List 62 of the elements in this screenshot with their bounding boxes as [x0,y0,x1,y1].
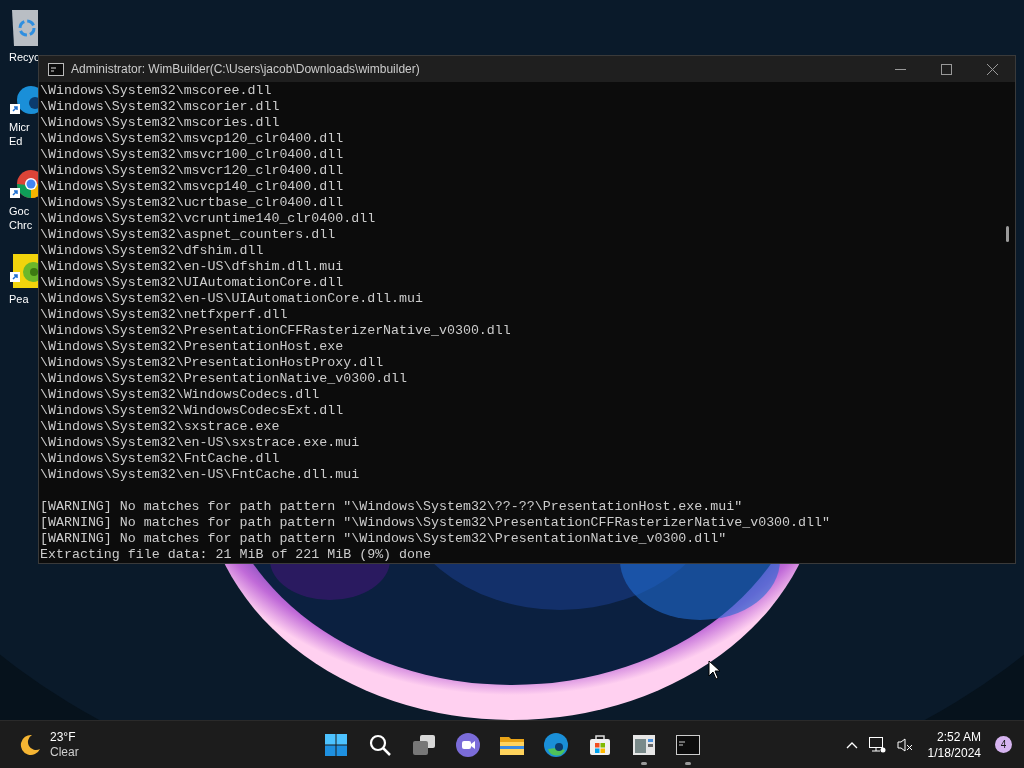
date: 1/18/2024 [927,744,981,761]
notification-count[interactable]: 4 [995,736,1012,753]
start-icon[interactable] [324,733,348,757]
minimize-icon [894,68,906,70]
console-line: \Windows\System32\UIAutomationCore.dll [40,275,345,291]
icon-label: Micr [9,120,30,134]
console-line: \Windows\System32\sxstrace.exe [40,419,281,435]
icon-label: Chrc [9,218,33,232]
weather-condition: Clear [50,744,79,760]
console-line: \Windows\System32\mscorier.dll [40,99,281,115]
console-line: \Windows\System32\en-US\dfshim.dll.mui [40,259,345,275]
console-line: \Windows\System32\PresentationCFFRasterizerNative_v0300.dll [40,323,512,339]
time: 2:52 AM [936,728,981,745]
console-line: \Windows\System32\en-US\FntCache.dll.mui [40,467,361,483]
console-line: \Windows\System32\mscoree.dll [40,83,273,99]
weather-widget[interactable]: 23°F Clear [0,729,79,760]
console-line: [WARNING] No matches for path pattern "\Windows\System32\PresentationNative_v0300.dll" [40,531,728,547]
temperature: 23°F [50,729,77,745]
console-line: \Windows\System32\WindowsCodecsExt.dll [40,403,345,419]
icon-label: Goc [9,204,30,218]
console-line: \Windows\System32\WindowsCodecs.dll [40,387,321,403]
console-line: \Windows\System32\mscories.dll [40,115,281,131]
console-line: \Windows\System32\PresentationNative_v0300.dll [40,371,409,387]
chevron-up-icon[interactable] [845,740,858,749]
console-line: \Windows\System32\msvcp140_clr0400.dll [40,179,345,195]
icon-label: Ed [9,134,23,148]
console-line: \Windows\System32\msvcr120_clr0400.dll [40,163,345,179]
console-line: \Windows\System32\PresentationHost.exe [40,339,345,355]
console-line: \Windows\System32\netfxperf.dll [40,307,289,323]
clock[interactable]: 2:52 AM 1/18/2024 [923,728,985,761]
pea-app-icon[interactable] [9,252,38,290]
console-line: \Windows\System32\FntCache.dll [40,451,281,467]
recycle-bin-icon[interactable] [9,8,38,48]
console-line: \Windows\System32\ucrtbase_clr0400.dll [40,195,345,211]
task-view-icon[interactable] [412,733,436,757]
maximize-icon [940,63,952,75]
search-icon[interactable] [368,733,392,757]
window-title: Administrator: WimBuilder(C:\Users\jacob\Downloads\wimbuilder) [71,61,420,78]
volume-muted-icon[interactable] [895,735,914,754]
console-line: [WARNING] No matches for path pattern "\Windows\System32\??-??\PresentationHost.exe.mui" [40,499,744,515]
console-line: [WARNING] No matches for path pattern "\Windows\System32\PresentationCFFRasterizerNative_v0300.dll" [40,515,831,531]
console-line: \Windows\System32\aspnet_counters.dll [40,227,337,243]
console-line: \Windows\System32\PresentationHostProxy.dll [40,355,385,371]
mouse-cursor-icon [708,660,720,680]
close-icon [986,63,998,75]
console-line: \Windows\System32\en-US\sxstrace.exe.mui [40,435,361,451]
chat-icon[interactable] [455,732,481,758]
terminal-icon[interactable] [676,735,700,755]
console-line: \Windows\System32\vcruntime140_clr0400.dll [40,211,377,227]
network-icon[interactable] [867,735,886,754]
console-line: \Windows\System32\msvcp120_clr0400.dll [40,131,345,147]
store-icon[interactable] [588,733,612,757]
console-line: \Windows\System32\dfshim.dll [40,243,265,259]
icon-label: Pea [9,292,29,306]
console-line: \Windows\System32\msvcr100_clr0400.dll [40,147,345,163]
console-line: Extracting file data: 21 MiB of 221 MiB (9%) done [40,547,432,563]
moon-icon [18,732,42,757]
edge-icon[interactable] [543,732,569,758]
console-icon [48,62,64,76]
scrollbar-thumb[interactable] [1006,226,1009,242]
console-line: \Windows\System32\en-US\UIAutomationCore.dll.mui [40,291,424,307]
app-window-icon[interactable] [632,734,656,756]
